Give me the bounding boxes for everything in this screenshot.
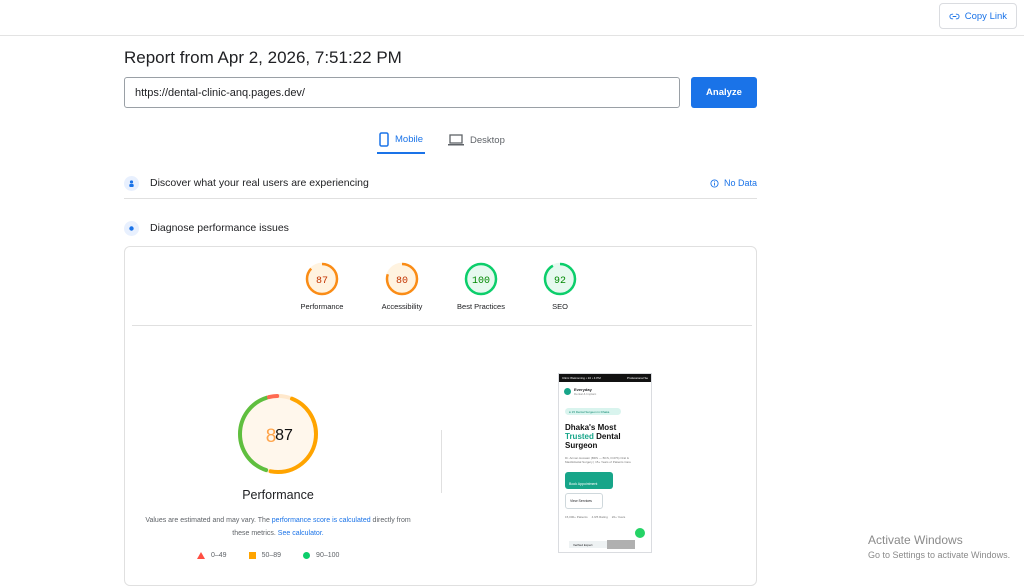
legend-pass-label: 90–100 <box>316 552 340 559</box>
preview-headline: Dhaka's Most Trusted Dental Surgeon <box>565 423 621 450</box>
whatsapp-icon <box>635 528 645 538</box>
score-label: Best Practices <box>457 302 505 311</box>
watermark-line1: Activate Windows <box>868 533 963 547</box>
legend-fail-label: 0–49 <box>211 552 227 559</box>
score-label: Accessibility <box>381 302 423 311</box>
preview-stats: 15,000+ Patients 4.9/5 Rating 20+ Years <box>565 515 626 519</box>
score-label: SEO <box>552 302 568 311</box>
score-value: 87 <box>316 276 328 287</box>
legend-pass: 90–100 <box>303 552 339 559</box>
preview-book-button: Book Appointment <box>565 472 613 489</box>
score-gauge-seo[interactable]: 92 SEO <box>525 262 595 311</box>
triangle-icon <box>197 552 205 559</box>
tab-mobile-label: Mobile <box>395 133 423 145</box>
score-ring: 87 <box>305 262 339 296</box>
preview-status-bar: Clinic Welcoming • 10 • 4 PM Professiona… <box>559 374 651 382</box>
smartphone-icon <box>379 131 389 147</box>
score-value: 80 <box>396 276 408 287</box>
score-gauge-accessibility[interactable]: 80 Accessibility <box>367 262 437 311</box>
diagnose-section: Diagnose performance issues <box>124 217 757 239</box>
legend-fail: 0–49 <box>197 552 227 559</box>
link-icon <box>949 13 960 19</box>
field-data-section: Discover what your real users are experi… <box>124 168 757 199</box>
circle-icon <box>303 552 311 559</box>
page-screenshot-preview: Clinic Welcoming • 10 • 4 PM Professiona… <box>558 373 652 553</box>
preview-status-left: Clinic Welcoming • 10 • 4 PM <box>562 376 601 380</box>
legend-average-label: 50–89 <box>261 552 282 559</box>
field-data-title: Discover what your real users are experi… <box>150 177 369 189</box>
score-legend: 0–49 50–89 90–100 <box>197 552 339 559</box>
copy-link-label: Copy Link <box>964 10 1007 22</box>
preview-pill: ● 15 Dental Surgeon in Dhaka <box>565 408 621 415</box>
score-gauge-performance[interactable]: 87 Performance <box>287 262 357 311</box>
see-calculator-link[interactable]: See calculator. <box>278 530 324 537</box>
square-icon <box>248 552 256 559</box>
preview-status-right: Professional Se <box>626 376 648 380</box>
score-value: 100 <box>472 276 490 287</box>
laptop-icon <box>448 134 464 146</box>
report-card: 87 Performance 80 Accessibility 100 Best Prac… <box>124 246 757 586</box>
score-ring: 100 <box>464 262 498 296</box>
legend-average: 50–89 <box>248 552 282 559</box>
section-divider <box>441 430 442 493</box>
preview-header: Everyday Dental & Implant <box>559 382 651 400</box>
tab-desktop[interactable]: Desktop <box>448 128 505 152</box>
performance-big-gauge: 8 87 <box>238 394 318 474</box>
watermark-line2: Go to Settings to activate Windows. <box>868 550 1011 560</box>
preview-brand: Everyday Dental & Implant <box>574 386 597 396</box>
tab-desktop-label: Desktop <box>470 134 505 146</box>
gauge-divider <box>132 325 752 326</box>
analyze-button[interactable]: Analyze <box>691 77 757 108</box>
score-ring: 80 <box>385 262 419 296</box>
url-input[interactable] <box>124 77 680 108</box>
no-data-link[interactable]: No Data <box>710 178 757 188</box>
score-gauges: 87 Performance 80 Accessibility 100 Best Prac… <box>125 262 758 322</box>
page-title: Report from Apr 2, 2026, 7:51:22 PM <box>124 48 402 67</box>
score-calculated-link[interactable]: performance score is calculated <box>272 517 371 524</box>
tooth-logo-icon <box>564 387 571 395</box>
users-icon <box>124 175 139 191</box>
diagnose-icon <box>124 220 139 236</box>
windows-activation-watermark: Activate Windows Go to Settings to activ… <box>868 533 1010 560</box>
performance-title: Performance <box>242 488 314 502</box>
preview-services-button: View Services <box>565 493 603 509</box>
top-bar: Copy Link <box>0 0 1024 36</box>
score-ring: 92 <box>543 262 577 296</box>
copy-link-button[interactable]: Copy Link <box>938 3 1017 29</box>
diagnose-title: Diagnose performance issues <box>150 222 289 234</box>
info-icon <box>710 178 719 188</box>
preview-paragraph: Dr. Arman Hossain (BDS — BCS, FCPS) Oral… <box>565 456 631 464</box>
score-label: Performance <box>300 302 344 311</box>
score-gauge-best-practices[interactable]: 100 Best Practices <box>446 262 516 311</box>
no-data-label: No Data <box>723 178 757 188</box>
performance-note: Values are estimated and may vary. The p… <box>140 514 416 540</box>
note-prefix: Values are estimated and may vary. The <box>145 517 272 524</box>
score-value: 92 <box>554 276 566 287</box>
tab-mobile[interactable]: Mobile <box>377 128 425 154</box>
big-score: 87 <box>275 427 293 444</box>
preview-footer-block <box>607 540 635 549</box>
